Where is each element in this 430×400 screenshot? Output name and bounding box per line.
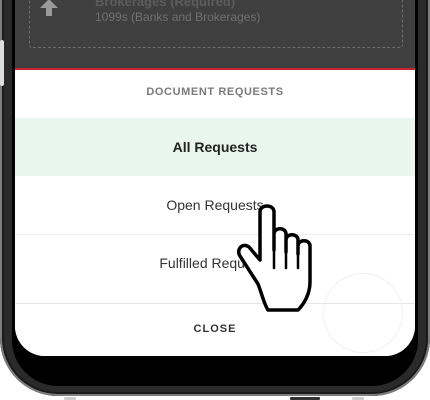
dimmed-background: Brokerages (Required) 1099s (Banks and B… [15, 0, 415, 68]
hand-pointer-icon [236, 204, 312, 312]
upload-icon [40, 0, 58, 16]
upload-card-subtitle: 1099s (Banks and Brokerages) [95, 10, 261, 24]
sheet-title: DOCUMENT REQUESTS [146, 86, 284, 98]
close-button-label: CLOSE [193, 323, 237, 335]
touch-ripple [323, 273, 403, 353]
option-all-requests[interactable]: All Requests [15, 118, 415, 176]
upload-card-title: Brokerages (Required) [95, 0, 236, 9]
option-open-requests[interactable]: Open Requests [15, 176, 415, 235]
phone-side-button [0, 40, 4, 86]
option-label: All Requests [172, 139, 258, 155]
